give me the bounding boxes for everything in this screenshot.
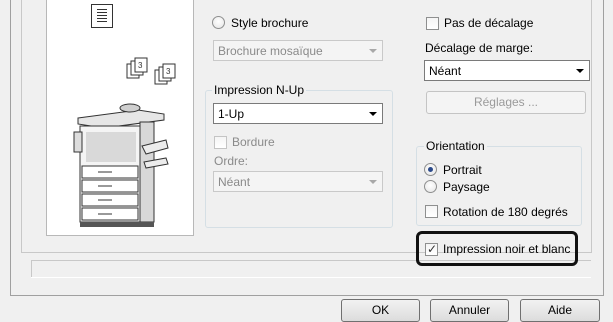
order-select[interactable]: Néant bbox=[213, 171, 383, 192]
svg-text:3: 3 bbox=[138, 61, 143, 70]
margin-shift-select[interactable]: Néant bbox=[424, 60, 590, 81]
landscape-radio[interactable] bbox=[424, 180, 437, 193]
brochure-type-select[interactable]: Brochure mosaïque bbox=[213, 40, 383, 61]
order-label: Ordre: bbox=[214, 154, 249, 168]
dialog-frame-right bbox=[603, 0, 604, 296]
landscape-label: Paysage bbox=[443, 180, 490, 194]
portrait-radio[interactable] bbox=[424, 163, 437, 176]
tab-frame-left bbox=[21, 0, 22, 252]
bw-print-checkbox[interactable] bbox=[425, 242, 438, 256]
status-box-left bbox=[31, 260, 32, 278]
ok-button[interactable]: OK bbox=[341, 299, 420, 322]
style-brochure-label: Style brochure bbox=[231, 16, 309, 30]
nup-group-title: Impression N-Up bbox=[212, 83, 307, 97]
rotate-180-label: Rotation de 180 degrés bbox=[443, 205, 568, 219]
document-icon bbox=[91, 4, 113, 28]
settings-button[interactable]: Réglages ... bbox=[426, 91, 586, 114]
brochure-type-value: Brochure mosaïque bbox=[218, 44, 323, 58]
bw-print-label: Impression noir et blanc bbox=[443, 242, 571, 256]
dialog-frame-left bbox=[10, 0, 11, 296]
chevron-down-icon bbox=[369, 49, 377, 53]
border-label: Bordure bbox=[232, 135, 275, 149]
chevron-down-icon bbox=[369, 180, 377, 184]
border-checkbox[interactable] bbox=[214, 136, 227, 149]
cancel-button[interactable]: Annuler bbox=[430, 299, 509, 322]
nup-pages-icon: 3 3 bbox=[126, 57, 176, 85]
portrait-label: Portrait bbox=[443, 163, 482, 177]
nup-select[interactable]: 1-Up bbox=[213, 103, 383, 124]
svg-text:3: 3 bbox=[166, 67, 171, 76]
orientation-group-title: Orientation bbox=[424, 139, 487, 153]
printer-icon bbox=[73, 103, 169, 227]
chevron-down-icon bbox=[576, 69, 584, 73]
dialog-frame-divider bbox=[10, 295, 604, 296]
chevron-down-icon bbox=[369, 112, 377, 116]
status-box-bottom bbox=[31, 277, 591, 278]
style-brochure-radio[interactable] bbox=[212, 16, 225, 29]
margin-shift-label: Décalage de marge: bbox=[425, 41, 534, 55]
no-shift-checkbox[interactable] bbox=[426, 17, 439, 30]
order-value: Néant bbox=[218, 175, 251, 189]
help-button[interactable]: Aide bbox=[520, 299, 600, 322]
margin-shift-value: Néant bbox=[429, 64, 462, 78]
tab-frame-right bbox=[591, 0, 592, 252]
rotate-180-checkbox[interactable] bbox=[425, 205, 438, 218]
no-shift-label: Pas de décalage bbox=[444, 16, 534, 30]
nup-value: 1-Up bbox=[218, 107, 245, 121]
